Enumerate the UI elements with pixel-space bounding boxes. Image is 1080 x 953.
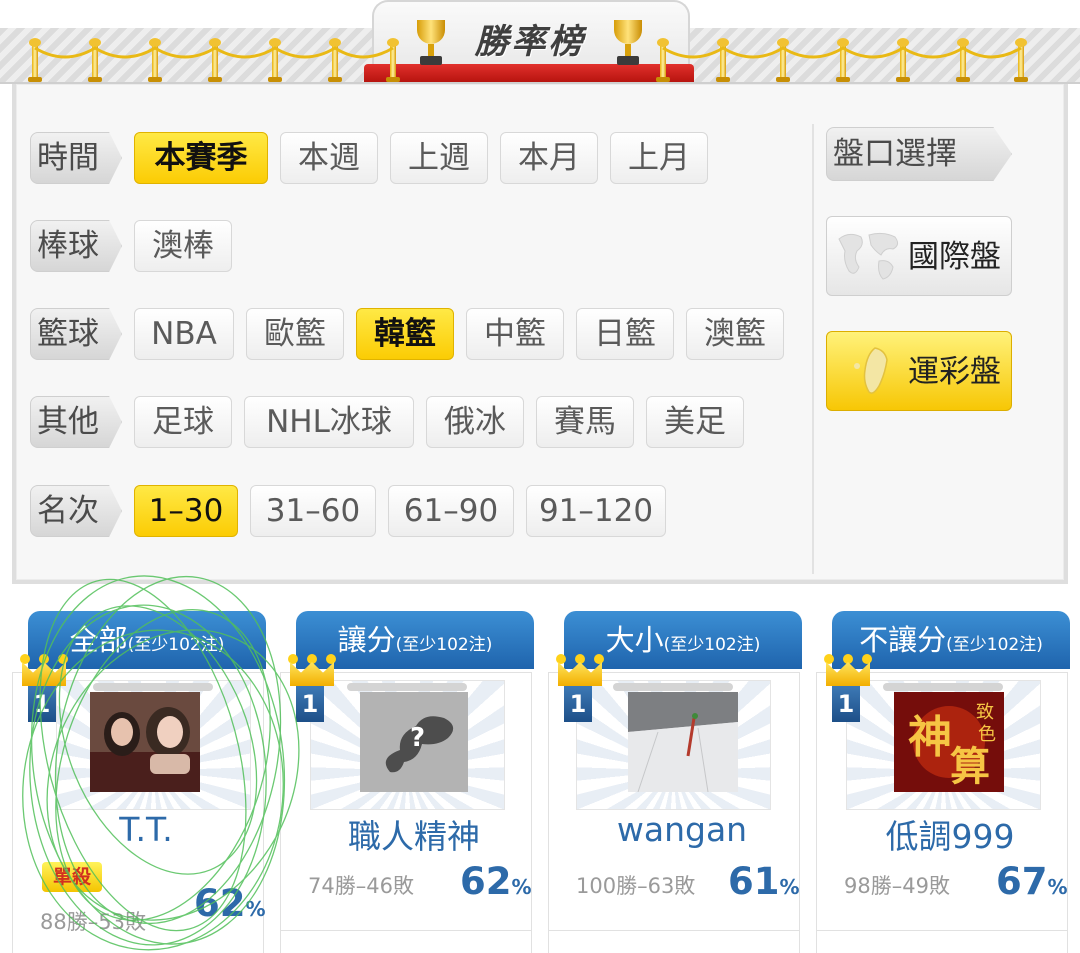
basketball-option-nba[interactable]: NBA [134,308,234,360]
market-select-label: 盤口選擇 [826,127,1012,181]
time-option-season[interactable]: 本賽季 [134,132,268,184]
win-rate-value: 62 [194,882,246,925]
panel-divider [812,124,814,574]
other-option-american-football[interactable]: 美足 [646,396,744,448]
avatar[interactable]: 神 算 致 色 [894,692,1004,792]
card-category: 大小 [605,623,664,657]
leaderboard-banner: 勝率榜 [0,0,1080,88]
taiwan-map-icon [854,347,888,394]
percent-sign: % [1047,875,1068,899]
ranking-card[interactable] [548,930,800,953]
win-rate: 62% [460,860,532,903]
rank-number: 1 [296,686,324,722]
basketball-option-korea[interactable]: 韓籃 [356,308,454,360]
crown-icon [556,652,604,686]
time-option-this-month[interactable]: 本月 [500,132,598,184]
svg-text:色: 色 [978,724,996,745]
time-row-label: 時間 [30,132,122,184]
win-loss-record: 100勝–63敗 [576,874,696,898]
card-min-bets: (至少102注) [395,635,493,655]
card-category: 讓分 [337,623,396,657]
rank-number: 1 [28,686,56,722]
international-market-label: 國際盤 [908,239,1001,275]
ranking-card[interactable] [280,930,532,953]
avatar[interactable] [90,692,200,792]
other-row-label: 其他 [30,396,122,448]
other-option-soccer[interactable]: 足球 [134,396,232,448]
other-option-horse-racing[interactable]: 賽馬 [536,396,634,448]
time-option-this-week[interactable]: 本週 [280,132,378,184]
user-name[interactable]: T.T. [26,810,266,849]
svg-text:神: 神 [908,712,952,763]
win-rate: 62% [194,882,266,925]
card-min-bets: (至少102注) [946,635,1043,655]
international-market-button[interactable]: 國際盤 [826,216,1012,296]
user-name[interactable]: 低調999 [830,810,1070,858]
rank-option-1-30[interactable]: 1–30 [134,485,238,537]
baseball-row-label: 棒球 [30,220,122,272]
other-option-russia-hockey[interactable]: 俄冰 [426,396,524,448]
card-min-bets: (至少102注) [127,635,225,655]
win-rate-value: 67 [996,860,1048,903]
crown-icon [288,652,336,686]
rank-option-31-60[interactable]: 31–60 [250,485,376,537]
basketball-option-japan[interactable]: 日籃 [576,308,674,360]
crown-icon [20,652,68,686]
rank-option-91-120[interactable]: 91–120 [526,485,666,537]
single-kill-badge: 單殺 [42,862,102,892]
basketball-option-euro[interactable]: 歐籃 [246,308,344,360]
win-loss-record: 88勝–53敗 [40,910,146,934]
percent-sign: % [779,875,800,899]
user-name[interactable]: 職人精神 [294,810,534,858]
win-loss-record: 98勝–49敗 [844,874,950,898]
time-option-last-month[interactable]: 上月 [610,132,708,184]
avatar[interactable] [628,692,738,792]
world-map-icon [838,232,899,280]
rank-number: 1 [564,686,592,722]
other-option-nhl[interactable]: NHL冰球 [244,396,414,448]
svg-text:?: ? [410,723,425,753]
time-option-last-week[interactable]: 上週 [390,132,488,184]
default-avatar[interactable]: ? [360,692,468,792]
basketball-row-label: 籃球 [30,308,122,360]
baseball-option-australia[interactable]: 澳棒 [134,220,232,272]
rank-option-61-90[interactable]: 61–90 [388,485,514,537]
win-rate-value: 61 [728,860,780,903]
card-category: 全部 [69,623,128,657]
svg-text:算: 算 [950,743,990,790]
win-rate: 67% [996,860,1068,903]
user-name[interactable]: wangan [562,810,802,849]
svg-text:致: 致 [976,702,994,723]
card-min-bets: (至少102注) [663,635,761,655]
basketball-option-australia[interactable]: 澳籃 [686,308,784,360]
percent-sign: % [511,875,532,899]
rank-number: 1 [832,686,860,722]
basketball-option-china[interactable]: 中籃 [466,308,564,360]
rope-icon [34,46,1022,59]
rank-row-label: 名次 [30,485,122,537]
crown-icon [824,652,872,686]
win-loss-record: 74勝–46敗 [308,874,414,898]
win-rate-value: 62 [460,860,512,903]
percent-sign: % [245,897,266,921]
sport-lottery-market-button[interactable]: 運彩盤 [826,331,1012,411]
win-rate: 61% [728,860,800,903]
sport-lottery-market-label: 運彩盤 [908,354,1001,390]
card-category: 不讓分 [859,623,947,657]
ranking-card[interactable] [816,930,1068,953]
